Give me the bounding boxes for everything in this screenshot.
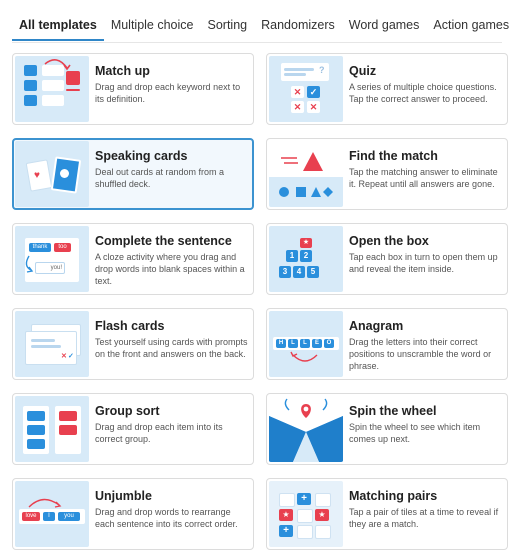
template-description: Tap each box in turn to open them up and… xyxy=(349,252,498,274)
template-title: Group sort xyxy=(95,404,160,418)
tab-multiple-choice[interactable]: Multiple choice xyxy=(104,18,201,41)
template-title: Speaking cards xyxy=(95,149,188,163)
tab-word-games[interactable]: Word games xyxy=(342,18,427,41)
template-title: Quiz xyxy=(349,64,377,78)
template-card-find-the-match[interactable]: Find the match Tap the matching answer t… xyxy=(266,138,508,210)
template-description: A cloze activity where you drag and drop… xyxy=(95,252,245,286)
template-card-group-sort[interactable]: Group sort Drag and drop each item into … xyxy=(12,393,254,465)
flash-cards-icon: ✕ ✓ xyxy=(15,311,89,377)
spin-the-wheel-icon xyxy=(269,396,343,462)
tab-randomizers[interactable]: Randomizers xyxy=(254,18,342,41)
template-description: Drag and drop words to rearrange each se… xyxy=(95,507,238,529)
template-title: Match up xyxy=(95,64,150,78)
template-description: Test yourself using cards with prompts o… xyxy=(95,337,248,359)
template-title: Unjumble xyxy=(95,489,152,503)
template-description: Spin the wheel to see which item comes u… xyxy=(349,422,481,444)
template-card-spin-the-wheel[interactable]: Spin the wheel Spin the wheel to see whi… xyxy=(266,393,508,465)
template-description: Tap the matching answer to eliminate it.… xyxy=(349,167,498,189)
template-title: Open the box xyxy=(349,234,429,248)
template-description: Drag the letters into their correct posi… xyxy=(349,337,492,371)
template-description: Drag and drop each item into its correct… xyxy=(95,422,223,444)
complete-sentence-icon: thank too you! xyxy=(15,226,89,292)
template-card-complete-the-sentence[interactable]: thank too you! Complete the sentence A c… xyxy=(12,223,254,295)
template-title: Spin the wheel xyxy=(349,404,437,418)
template-title: Anagram xyxy=(349,319,404,333)
template-card-speaking-cards[interactable]: ♥ Speaking cards Deal out cards at rando… xyxy=(12,138,254,210)
template-title: Matching pairs xyxy=(349,489,438,503)
tab-all-templates[interactable]: All templates xyxy=(12,18,104,41)
unjumble-icon: love I you xyxy=(15,481,89,547)
template-description: Tap a pair of tiles at a time to reveal … xyxy=(349,507,499,529)
template-card-anagram[interactable]: H L L E O Anagram Drag the letters into … xyxy=(266,308,508,380)
open-the-box-icon: 1 2 ★ 3 4 5 xyxy=(269,226,343,292)
tab-sorting[interactable]: Sorting xyxy=(201,18,255,41)
quiz-icon: ? ✕ ✓ ✕ ✕ xyxy=(269,56,343,122)
template-title: Flash cards xyxy=(95,319,165,333)
template-description: A series of multiple choice questions. T… xyxy=(349,82,497,104)
template-card-match-up[interactable]: Match up Drag and drop each keyword next… xyxy=(12,53,254,125)
template-title: Complete the sentence xyxy=(95,234,232,248)
matching-pairs-icon: + ★ ★ + xyxy=(269,481,343,547)
template-category-tabs: All templates Multiple choice Sorting Ra… xyxy=(12,18,516,41)
group-sort-icon xyxy=(15,396,89,462)
template-title: Find the match xyxy=(349,149,438,163)
template-card-unjumble[interactable]: love I you Unjumble Drag and drop words … xyxy=(12,478,254,550)
tab-action-games[interactable]: Action games xyxy=(426,18,516,41)
template-card-quiz[interactable]: ? ✕ ✓ ✕ ✕ Quiz A series of multiple choi… xyxy=(266,53,508,125)
anagram-icon: H L L E O xyxy=(269,311,343,377)
speaking-cards-icon: ♥ xyxy=(15,141,89,207)
template-card-open-the-box[interactable]: 1 2 ★ 3 4 5 Open the box Tap each box in… xyxy=(266,223,508,295)
template-card-flash-cards[interactable]: ✕ ✓ Flash cards Test yourself using card… xyxy=(12,308,254,380)
tabs-divider xyxy=(12,42,502,43)
template-description: Drag and drop each keyword next to its d… xyxy=(95,82,241,104)
match-up-icon xyxy=(15,56,89,122)
template-card-matching-pairs[interactable]: + ★ ★ + Matching pairs Tap a pair of til… xyxy=(266,478,508,550)
find-the-match-icon xyxy=(269,141,343,207)
template-description: Deal out cards at random from a shuffled… xyxy=(95,167,225,189)
